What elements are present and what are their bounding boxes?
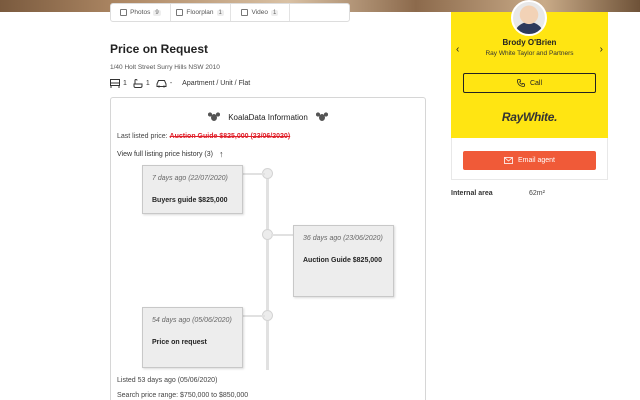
listed-days: Listed 53 days ago (05/06/2020) [117,377,218,384]
event-date: 7 days ago (22/07/2020) [152,175,228,182]
video-icon [241,9,249,16]
event-date: 36 days ago (23/06/2020) [303,235,383,242]
prev-agent-arrow-icon[interactable]: ‹ [456,44,459,55]
koaladata-panel: KoalaData Information Last listed price:… [110,97,426,400]
tab-extra[interactable] [290,4,349,21]
tab-floorplan-count: 1 [216,9,224,16]
last-listed-price: Last listed price: Auction Guide $825,00… [117,133,290,140]
tab-floorplan[interactable]: Floorplan 1 [171,4,231,21]
last-listed-value: Auction Guide $825,000 (23/06/2020) [169,133,291,140]
arrow-up-icon: ↑ [218,149,224,159]
last-listed-label: Last listed price: [117,133,168,140]
price-history-link[interactable]: View full listing price history (3) ↑ [117,149,223,159]
page-title: Price on Request [110,42,209,56]
bedrooms-count: 1 [123,80,127,87]
bathrooms-count: 1 [145,80,150,87]
bathrooms-feature: 1 [133,79,150,88]
search-price-range: Search price range: $750,000 to $850,000 [117,392,249,399]
floorplan-icon [176,9,184,16]
event-description: Auction Guide $825,000 [303,257,382,264]
event-description: Buyers guide $825,000 [152,197,228,204]
timeline-connector [271,234,293,236]
timeline-line [266,170,269,370]
timeline-event: 36 days ago (23/06/2020) Auction Guide $… [293,225,394,297]
raywhite-logo[interactable]: RayWhite. [451,110,608,124]
car-icon [156,80,167,88]
email-agent-label: Email agent [518,157,555,164]
next-agent-arrow-icon[interactable]: › [600,44,603,55]
property-features: 1 1 - Apartment / Unit / Flat [110,79,250,88]
avatar[interactable] [511,0,547,36]
koala-icon [315,112,328,122]
parking-count: - [169,80,173,87]
agency-name: Ray White Taylor and Partners [485,50,574,57]
email-agent-button[interactable]: Email agent [463,151,596,170]
event-date: 54 days ago (05/06/2020) [152,317,232,324]
agent-name[interactable]: Brody O'Brien [451,38,608,47]
media-tabs: Photos 9 Floorplan 1 Video 1 [110,3,350,22]
event-description: Price on request [152,339,207,346]
bath-icon [133,79,143,88]
tab-video-count: 1 [270,9,279,16]
tab-photos-label: Photos [130,9,151,16]
tab-video[interactable]: Video 1 [231,4,291,21]
price-history-label: View full listing price history (3) [117,150,213,158]
timeline-event: 7 days ago (22/07/2020) Buyers guide $82… [142,165,243,214]
tab-photos-count: 9 [153,9,161,16]
mail-icon [504,157,513,164]
internal-area-value: 62m² [529,190,545,197]
tab-photos[interactable]: Photos 9 [111,4,171,21]
parking-feature: - [156,79,172,88]
call-button[interactable]: Call [463,73,596,93]
internal-area-label: Internal area [451,190,493,197]
tab-video-label: Video [251,9,268,16]
koaladata-title: KoalaData Information [228,112,308,122]
timeline-event: 54 days ago (05/06/2020) Price on reques… [142,307,243,368]
koala-icon [208,112,221,122]
timeline-connector [243,173,265,175]
property-address: 1/40 Holt Street Surry Hills NSW 2010 [110,64,220,71]
phone-icon [517,79,525,87]
call-label: Call [529,79,543,87]
bedrooms-feature: 1 [110,79,127,88]
bed-icon [110,79,120,88]
photo-icon [120,9,128,16]
tab-floorplan-label: Floorplan [186,9,214,16]
property-type: Apartment / Unit / Flat [182,80,251,87]
koaladata-header: KoalaData Information [111,112,425,122]
timeline-connector [243,315,265,317]
